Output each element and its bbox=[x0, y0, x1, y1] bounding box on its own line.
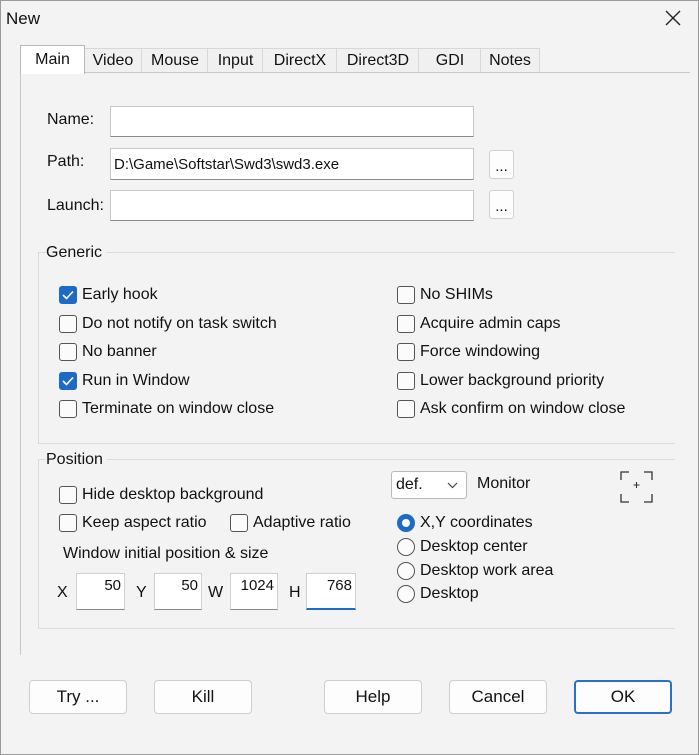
early-hook-option[interactable]: Early hook bbox=[59, 286, 158, 304]
keep-aspect-checkbox[interactable] bbox=[59, 514, 77, 532]
ask-confirm-option[interactable]: Ask confirm on window close bbox=[397, 400, 625, 418]
admin-caps-checkbox[interactable] bbox=[397, 315, 415, 333]
run-in-window-checkbox[interactable] bbox=[59, 372, 77, 390]
admin-caps-option[interactable]: Acquire admin caps bbox=[397, 315, 561, 333]
tab-video[interactable]: Video bbox=[83, 48, 143, 73]
launch-label: Launch: bbox=[47, 197, 104, 214]
no-banner-label: No banner bbox=[82, 343, 157, 360]
early-hook-label: Early hook bbox=[82, 286, 158, 303]
adaptive-ratio-label: Adaptive ratio bbox=[253, 514, 351, 531]
close-button[interactable] bbox=[655, 2, 691, 34]
tab-main[interactable]: Main bbox=[20, 45, 85, 74]
monitor-select[interactable]: def. bbox=[391, 471, 467, 499]
no-shims-option[interactable]: No SHIMs bbox=[397, 286, 493, 304]
initial-position-label: Window initial position & size bbox=[63, 545, 269, 562]
desktop-work-area-label: Desktop work area bbox=[420, 562, 554, 579]
chevron-down-icon bbox=[447, 482, 458, 489]
monitor-label: Monitor bbox=[477, 475, 531, 492]
tab-mouse[interactable]: Mouse bbox=[141, 48, 209, 73]
y-input[interactable]: 50 bbox=[154, 573, 202, 610]
tab-direct3d[interactable]: Direct3D bbox=[336, 48, 420, 73]
lower-priority-option[interactable]: Lower background priority bbox=[397, 372, 604, 390]
lower-priority-checkbox[interactable] bbox=[397, 372, 415, 390]
desktop-option[interactable]: Desktop bbox=[397, 585, 479, 603]
terminate-on-close-checkbox[interactable] bbox=[59, 400, 77, 418]
h-label: H bbox=[289, 584, 301, 601]
position-group bbox=[38, 459, 675, 629]
tab-input[interactable]: Input bbox=[207, 48, 264, 73]
admin-caps-label: Acquire admin caps bbox=[420, 315, 561, 332]
try-button[interactable]: Try ... bbox=[29, 680, 127, 714]
xy-coordinates-radio[interactable] bbox=[397, 514, 415, 532]
keep-aspect-option[interactable]: Keep aspect ratio bbox=[59, 514, 207, 532]
adaptive-ratio-checkbox[interactable] bbox=[230, 514, 248, 532]
no-banner-option[interactable]: No banner bbox=[59, 343, 157, 361]
x-label: X bbox=[57, 584, 68, 601]
xy-coordinates-label: X,Y coordinates bbox=[420, 514, 533, 531]
w-input[interactable]: 1024 bbox=[230, 573, 278, 610]
tab-gdi[interactable]: GDI bbox=[418, 48, 482, 73]
w-label: W bbox=[208, 584, 224, 601]
early-hook-checkbox[interactable] bbox=[59, 286, 77, 304]
desktop-center-label: Desktop center bbox=[420, 538, 528, 555]
tab-notes[interactable]: Notes bbox=[480, 48, 540, 73]
desktop-label: Desktop bbox=[420, 585, 479, 602]
desktop-radio[interactable] bbox=[397, 585, 415, 603]
run-in-window-label: Run in Window bbox=[82, 372, 190, 389]
no-notify-label: Do not notify on task switch bbox=[82, 315, 277, 332]
cancel-button[interactable]: Cancel bbox=[449, 680, 547, 714]
force-windowing-checkbox[interactable] bbox=[397, 343, 415, 361]
kill-button[interactable]: Kill bbox=[154, 680, 252, 714]
name-label: Name: bbox=[47, 111, 95, 128]
path-field[interactable]: D:\Game\Softstar\Swd3\swd3.exe bbox=[110, 148, 474, 180]
path-label: Path: bbox=[47, 153, 85, 170]
no-notify-option[interactable]: Do not notify on task switch bbox=[59, 315, 277, 333]
h-input[interactable]: 768 bbox=[306, 573, 356, 610]
force-windowing-option[interactable]: Force windowing bbox=[397, 343, 540, 361]
ask-confirm-checkbox[interactable] bbox=[397, 400, 415, 418]
terminate-on-close-label: Terminate on window close bbox=[82, 400, 275, 417]
ok-button[interactable]: OK bbox=[574, 680, 672, 714]
x-input[interactable]: 50 bbox=[76, 573, 125, 610]
no-banner-checkbox[interactable] bbox=[59, 343, 77, 361]
xy-coordinates-option[interactable]: X,Y coordinates bbox=[397, 514, 533, 532]
tab-directx[interactable]: DirectX bbox=[262, 48, 338, 73]
generic-group-title: Generic bbox=[46, 244, 107, 262]
hide-desktop-option[interactable]: Hide desktop background bbox=[59, 486, 263, 504]
no-shims-checkbox[interactable] bbox=[397, 286, 415, 304]
desktop-center-option[interactable]: Desktop center bbox=[397, 538, 528, 556]
launch-field[interactable] bbox=[110, 190, 474, 221]
name-field[interactable] bbox=[110, 106, 474, 137]
run-in-window-option[interactable]: Run in Window bbox=[59, 372, 190, 390]
y-label: Y bbox=[136, 584, 147, 601]
terminate-on-close-option[interactable]: Terminate on window close bbox=[59, 400, 274, 418]
position-group-title: Position bbox=[46, 451, 107, 469]
help-button[interactable]: Help bbox=[324, 680, 422, 714]
pick-area-icon[interactable] bbox=[620, 471, 653, 503]
no-notify-checkbox[interactable] bbox=[59, 315, 77, 333]
ask-confirm-label: Ask confirm on window close bbox=[420, 400, 626, 417]
launch-browse-button[interactable]: ... bbox=[489, 190, 514, 219]
desktop-work-area-option[interactable]: Desktop work area bbox=[397, 562, 553, 580]
close-icon bbox=[665, 10, 681, 26]
desktop-center-radio[interactable] bbox=[397, 538, 415, 556]
hide-desktop-label: Hide desktop background bbox=[82, 486, 264, 503]
no-shims-label: No SHIMs bbox=[420, 286, 493, 303]
check-icon bbox=[62, 290, 74, 300]
check-icon bbox=[62, 376, 74, 386]
hide-desktop-checkbox[interactable] bbox=[59, 486, 77, 504]
force-windowing-label: Force windowing bbox=[420, 343, 541, 360]
lower-priority-label: Lower background priority bbox=[420, 372, 605, 389]
monitor-selected-value: def. bbox=[396, 476, 423, 493]
desktop-work-area-radio[interactable] bbox=[397, 562, 415, 580]
keep-aspect-label: Keep aspect ratio bbox=[82, 514, 207, 531]
path-browse-button[interactable]: ... bbox=[489, 150, 514, 179]
window-title: New bbox=[6, 9, 41, 28]
adaptive-ratio-option[interactable]: Adaptive ratio bbox=[230, 514, 351, 532]
